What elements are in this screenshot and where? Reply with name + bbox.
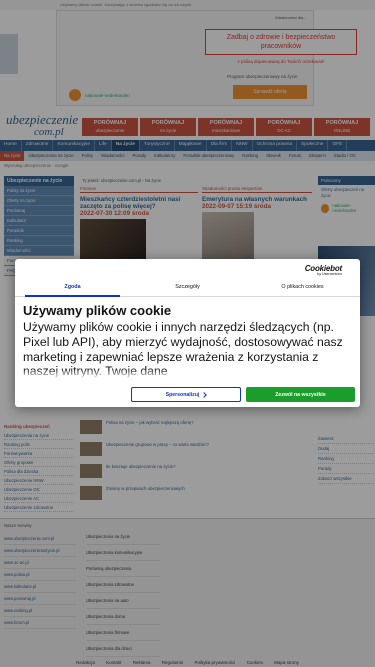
accept-all-button[interactable]: Zezwól na wszystkie <box>246 387 355 402</box>
cookie-consent-dialog: Cookiebot by Usercentrics Zgoda Szczegół… <box>15 259 360 407</box>
dialog-title: Używamy plików cookie <box>23 303 172 318</box>
tab-details[interactable]: Szczegóły <box>130 280 245 296</box>
dialog-body[interactable]: Używamy plików cookie Używamy plików coo… <box>23 303 355 379</box>
tab-consent[interactable]: Zgoda <box>15 280 130 297</box>
cookiebot-logo[interactable]: Cookiebot by Usercentrics <box>305 264 343 276</box>
chevron-right-icon <box>201 391 208 398</box>
text-fade <box>23 369 355 379</box>
customize-button[interactable]: Spersonalizuj <box>131 387 241 402</box>
customize-button-label: Spersonalizuj <box>165 391 200 398</box>
dialog-buttons: Spersonalizuj Zezwól na wszystkie <box>131 387 355 402</box>
dialog-header: Cookiebot by Usercentrics Zgoda Szczegół… <box>15 259 360 297</box>
tab-about-cookies[interactable]: O plikach cookies <box>245 280 360 296</box>
dialog-tabs: Zgoda Szczegóły O plikach cookies <box>15 280 360 297</box>
